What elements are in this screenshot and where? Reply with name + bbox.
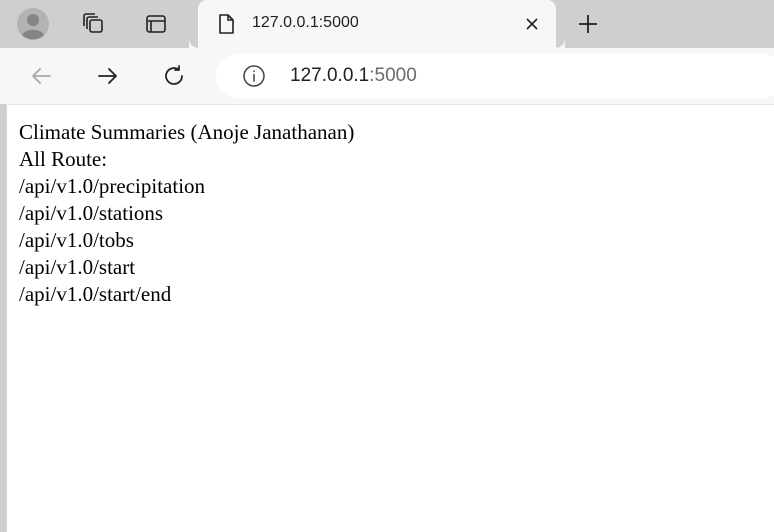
close-tab-button[interactable] [518,10,546,38]
tab-actions-button[interactable] [138,6,174,42]
profile-icon [17,8,49,40]
url-text[interactable]: 127.0.0.1:5000 [290,65,417,87]
routes-label: All Route: [19,147,108,171]
collections-button[interactable] [75,6,111,42]
tab-actions-icon [146,15,166,33]
tab-strip: 127.0.0.1:5000 [0,0,774,48]
route-item: /api/v1.0/tobs [19,228,134,252]
address-bar[interactable]: 127.0.0.1:5000 [216,54,774,98]
forward-button[interactable] [90,58,126,94]
route-item: /api/v1.0/stations [19,201,164,225]
close-icon [526,18,538,30]
route-item: /api/v1.0/start/end [19,282,172,306]
back-button[interactable] [23,58,59,94]
info-icon[interactable] [242,64,266,88]
tab-title: 127.0.0.1:5000 [252,14,359,31]
collections-icon [83,13,103,33]
url-host: 127.0.0.1 [290,65,370,86]
toolbar: 127.0.0.1:5000 [0,48,774,104]
url-port: :5000 [369,65,417,86]
page-viewport: Climate Summaries (Anoje Janathanan) All… [6,104,774,532]
page-content: Climate Summaries (Anoje Janathanan) All… [19,119,354,308]
page-heading: Climate Summaries (Anoje Janathanan) [19,120,355,144]
plus-icon [579,15,597,33]
route-item: /api/v1.0/precipitation [19,174,206,198]
new-tab-button[interactable] [570,6,606,42]
profile-button[interactable] [15,6,51,42]
forward-arrow-icon [98,68,117,84]
back-arrow-icon [32,68,51,84]
refresh-button[interactable] [156,58,192,94]
active-tab[interactable]: 127.0.0.1:5000 [198,0,565,48]
page-icon [219,14,234,34]
refresh-icon [165,65,183,85]
route-item: /api/v1.0/start [19,255,136,279]
